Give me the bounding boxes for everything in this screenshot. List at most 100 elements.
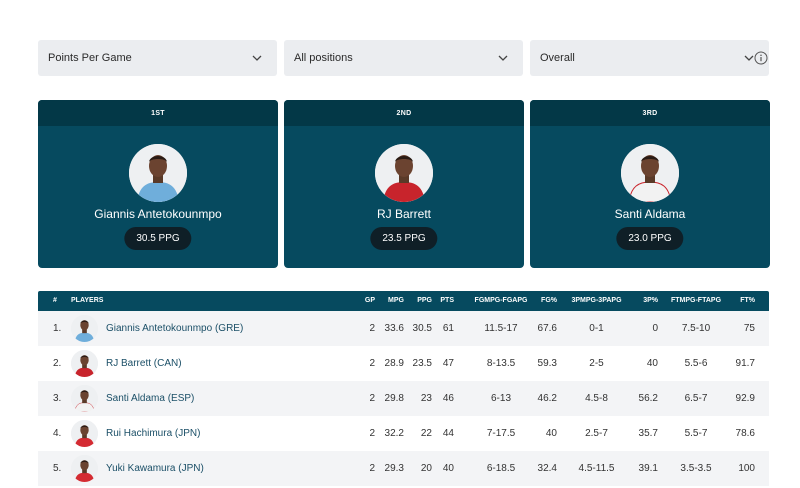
mpg-cell: 33.6: [384, 323, 404, 334]
gp-cell: 2: [369, 393, 375, 404]
ppg-cell: 20: [420, 463, 432, 474]
player-avatar: [71, 455, 98, 482]
fg-cell: 8-13.5: [486, 358, 516, 369]
table-row[interactable]: 5. Yuki Kawamura (JPN) 2 29.3 20 40 6-18.5 32.4…: [38, 451, 769, 486]
rank-cell: 4.: [53, 428, 62, 439]
mpg-cell: 28.9: [384, 358, 404, 369]
ft-pct-cell: 78.6: [735, 428, 755, 439]
leader-card[interactable]: 3RD Santi Aldama 23.0 PPG: [530, 100, 770, 268]
phase-select[interactable]: Overall: [530, 40, 769, 76]
ppg-badge: 30.5 PPG: [124, 227, 192, 250]
mpg-cell: 29.3: [384, 463, 404, 474]
stat-select[interactable]: Points Per Game: [38, 40, 277, 76]
player-avatar: [71, 315, 98, 342]
player-name: Giannis Antetokounmpo: [94, 207, 222, 221]
ft-pct-cell: 92.9: [735, 393, 755, 404]
info-icon[interactable]: [754, 51, 768, 65]
stats-table: # PLAYERS GP MPG PPG PTS FGMPG-FGAPG FG%…: [38, 291, 769, 486]
3p-pct-cell: 0: [652, 323, 658, 334]
pts-cell: 61: [442, 323, 454, 334]
player-avatar: [71, 420, 98, 447]
leader-card[interactable]: 1ST Giannis Antetokounmpo 30.5 PPG: [38, 100, 278, 268]
table-row[interactable]: 4. Rui Hachimura (JPN) 2 32.2 22 44 7-17.5 40 2.…: [38, 416, 769, 451]
fg-pct-cell: 67.6: [537, 323, 557, 334]
player-name-link[interactable]: Rui Hachimura (JPN): [106, 428, 200, 439]
ft-cell: 7.5-10: [681, 323, 711, 334]
3p-cell: 0-1: [589, 323, 604, 334]
player-avatar: [71, 385, 98, 412]
col-rank: #: [53, 297, 57, 304]
player-avatar: [71, 350, 98, 377]
col-players[interactable]: PLAYERS: [71, 297, 103, 304]
fg-pct-cell: 59.3: [537, 358, 557, 369]
table-row[interactable]: 3. Santi Aldama (ESP) 2 29.8 23 46 6-13 46.2 4.5…: [38, 381, 769, 416]
gp-cell: 2: [369, 463, 375, 474]
ft-pct-cell: 91.7: [735, 358, 755, 369]
col-ft-pct[interactable]: FT%: [731, 297, 755, 304]
ppg-cell: 22: [420, 428, 432, 439]
gp-cell: 2: [369, 323, 375, 334]
gp-cell: 2: [369, 428, 375, 439]
chevron-down-icon: [251, 52, 263, 64]
3p-pct-cell: 39.1: [638, 463, 658, 474]
3p-cell: 4.5-8: [585, 393, 608, 404]
table-row[interactable]: 2. RJ Barrett (CAN) 2 28.9 23.5 47 8-13.5 59.3 2…: [38, 346, 769, 381]
col-ft[interactable]: FTMPG-FTAPG: [664, 297, 728, 304]
3p-cell: 2-5: [589, 358, 604, 369]
player-name-link[interactable]: Santi Aldama (ESP): [106, 393, 194, 404]
position-select[interactable]: All positions: [284, 40, 523, 76]
ft-cell: 3.5-3.5: [680, 463, 712, 474]
player-avatar: [621, 144, 679, 202]
leader-card[interactable]: 2ND RJ Barrett 23.5 PPG: [284, 100, 524, 268]
fg-pct-cell: 32.4: [537, 463, 557, 474]
ft-pct-cell: 75: [743, 323, 755, 334]
player-name-link[interactable]: Yuki Kawamura (JPN): [106, 463, 204, 474]
filter-bar: Points Per Game All positions Overall: [38, 40, 769, 76]
phase-select-value: Overall: [540, 52, 575, 64]
col-pts[interactable]: PTS: [436, 297, 454, 304]
position-select-value: All positions: [294, 52, 353, 64]
chevron-down-icon: [497, 52, 509, 64]
3p-pct-cell: 35.7: [638, 428, 658, 439]
ft-cell: 5.5-7: [684, 428, 708, 439]
ppg-cell: 23.5: [412, 358, 432, 369]
rank-label: 2ND: [284, 100, 524, 126]
3p-pct-cell: 40: [646, 358, 658, 369]
rank-cell: 5.: [53, 463, 62, 474]
rank-cell: 3.: [53, 393, 62, 404]
col-3p-pct[interactable]: 3P%: [635, 297, 658, 304]
rank-label: 3RD: [530, 100, 770, 126]
col-fg[interactable]: FGMPG-FGAPG: [470, 297, 532, 304]
3p-pct-cell: 56.2: [638, 393, 658, 404]
pts-cell: 40: [442, 463, 454, 474]
col-fg-pct[interactable]: FG%: [533, 297, 557, 304]
fg-pct-cell: 46.2: [537, 393, 557, 404]
player-name-link[interactable]: Giannis Antetokounmpo (GRE): [106, 323, 243, 334]
col-3p[interactable]: 3PMPG-3PAPG: [563, 297, 630, 304]
fg-cell: 11.5-17: [484, 323, 518, 334]
pts-cell: 47: [442, 358, 454, 369]
stat-select-value: Points Per Game: [48, 52, 132, 64]
player-name: RJ Barrett: [376, 207, 431, 221]
col-gp[interactable]: GP: [361, 297, 375, 304]
ft-pct-cell: 100: [738, 463, 755, 474]
fg-cell: 6-13: [490, 393, 511, 404]
3p-cell: 4.5-11.5: [578, 463, 615, 474]
table-header: # PLAYERS GP MPG PPG PTS FGMPG-FGAPG FG%…: [38, 291, 769, 311]
fg-pct-cell: 40: [545, 428, 557, 439]
col-ppg[interactable]: PPG: [407, 297, 432, 304]
gp-cell: 2: [369, 358, 375, 369]
ft-cell: 5.5-6: [684, 358, 708, 369]
player-name-link[interactable]: RJ Barrett (CAN): [106, 358, 182, 369]
ppg-badge: 23.5 PPG: [370, 227, 438, 250]
rank-label: 1ST: [38, 100, 278, 126]
col-mpg[interactable]: MPG: [378, 297, 404, 304]
table-row[interactable]: 1. Giannis Antetokounmpo (GRE) 2 33.6 30.5 61…: [38, 311, 769, 346]
top-three-cards: 1ST Giannis Antetokounmpo 30.5 PPG 2ND R…: [38, 100, 770, 268]
player-avatar: [129, 144, 187, 202]
ppg-cell: 30.5: [412, 323, 432, 334]
table-body: 1. Giannis Antetokounmpo (GRE) 2 33.6 30.5 61…: [38, 311, 769, 486]
rank-cell: 2.: [53, 358, 62, 369]
pts-cell: 46: [442, 393, 454, 404]
3p-cell: 2.5-7: [585, 428, 608, 439]
